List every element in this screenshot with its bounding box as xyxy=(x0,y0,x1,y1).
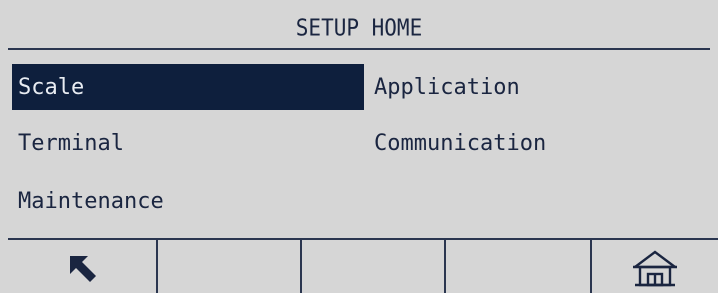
terminal-display: SETUP HOME Scale Application Terminal Co… xyxy=(0,0,718,293)
home-softkey[interactable] xyxy=(592,240,718,293)
setup-menu: Scale Application Terminal Communication… xyxy=(12,62,712,232)
softkey-bar xyxy=(8,238,718,293)
back-softkey[interactable] xyxy=(8,240,158,293)
back-arrow-icon xyxy=(70,255,96,282)
menu-item-application[interactable]: Application xyxy=(368,64,698,110)
page-title: SETUP HOME xyxy=(295,14,423,42)
menu-item-scale[interactable]: Scale xyxy=(12,64,364,110)
softkey-2[interactable] xyxy=(158,240,302,293)
menu-item-maintenance[interactable]: Maintenance xyxy=(12,178,364,224)
home-icon xyxy=(633,250,677,286)
menu-item-terminal[interactable]: Terminal xyxy=(12,120,364,166)
softkey-3[interactable] xyxy=(302,240,446,293)
title-bar: SETUP HOME xyxy=(8,8,710,50)
softkey-4[interactable] xyxy=(446,240,592,293)
menu-item-communication[interactable]: Communication xyxy=(368,120,698,166)
